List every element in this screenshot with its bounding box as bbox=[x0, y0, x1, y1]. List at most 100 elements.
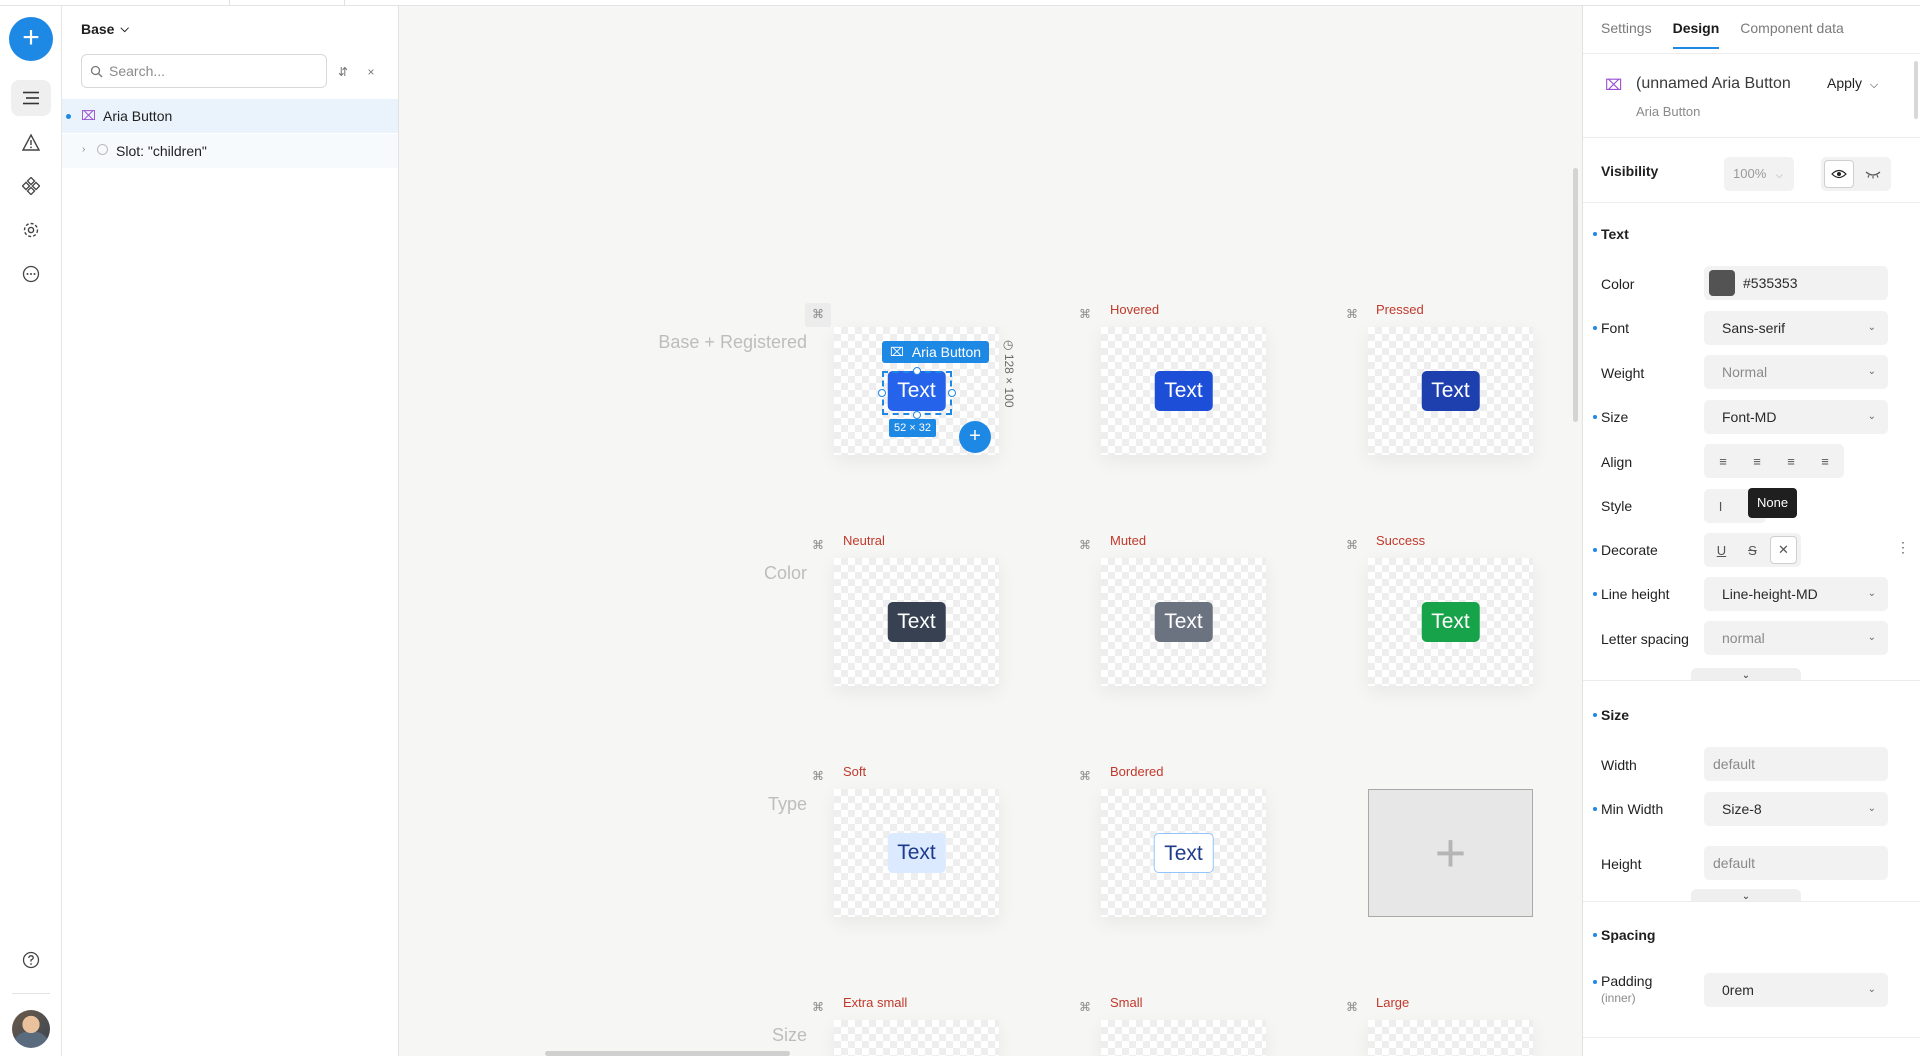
insert-button[interactable]: + bbox=[959, 421, 991, 453]
more-options-icon[interactable]: ⋮ bbox=[1896, 540, 1910, 554]
variant-frame-extra-small[interactable] bbox=[834, 1020, 999, 1056]
width-input[interactable]: default bbox=[1704, 747, 1888, 781]
frame-icon[interactable]: ⌘ bbox=[812, 1001, 824, 1013]
variant-frame-pressed[interactable]: Text bbox=[1368, 327, 1533, 455]
weight-select[interactable]: Normal ⌄ bbox=[1704, 355, 1888, 389]
frame-label[interactable]: Success bbox=[1376, 533, 1425, 548]
align-left-button[interactable]: ≡ bbox=[1708, 447, 1738, 475]
style-normal-button[interactable]: I bbox=[1708, 492, 1733, 520]
resize-handle[interactable] bbox=[948, 389, 956, 397]
frame-icon[interactable]: ⌘ bbox=[1079, 308, 1091, 320]
settings-button[interactable] bbox=[11, 212, 51, 248]
tab-design[interactable]: Design bbox=[1672, 20, 1720, 49]
text-section-title[interactable]: Text bbox=[1601, 226, 1629, 242]
frame-label[interactable]: Soft bbox=[843, 764, 866, 779]
add-button[interactable]: + bbox=[9, 17, 53, 61]
frame-icon[interactable]: ⌘ bbox=[1079, 770, 1091, 782]
frame-label[interactable]: Muted bbox=[1110, 533, 1146, 548]
frame-icon[interactable]: ⌘ bbox=[1346, 1001, 1358, 1013]
variant-frame-large[interactable] bbox=[1368, 1020, 1533, 1056]
spacing-section-title[interactable]: Spacing bbox=[1601, 927, 1655, 943]
frame-icon[interactable]: ⌘ bbox=[1079, 1001, 1091, 1013]
variant-button[interactable]: Text bbox=[1154, 602, 1213, 642]
variant-frame-muted[interactable]: Text bbox=[1101, 558, 1266, 686]
expand-all-icon[interactable]: ⇵ bbox=[336, 65, 350, 79]
variant-frame-bordered[interactable]: Text bbox=[1101, 789, 1266, 917]
chevron-right-icon[interactable]: › bbox=[82, 144, 85, 155]
hidden-button[interactable] bbox=[1858, 160, 1888, 188]
canvas[interactable]: Base + Registered Color Type Size ⌘ Text… bbox=[399, 6, 1582, 1056]
variant-frame-soft[interactable]: Text bbox=[834, 789, 999, 917]
font-select[interactable]: Sans-serif ⌄ bbox=[1704, 311, 1888, 345]
frame-icon[interactable]: ⌘ bbox=[1079, 539, 1091, 551]
letter-spacing-select[interactable]: normal ⌄ bbox=[1704, 621, 1888, 655]
opacity-select[interactable]: 100% ⌵ bbox=[1724, 157, 1794, 191]
frame-label[interactable]: Neutral bbox=[843, 533, 885, 548]
frame-icon[interactable]: ⌘ bbox=[812, 308, 824, 320]
add-variant-frame[interactable]: + bbox=[1368, 789, 1533, 917]
tree-item-aria-button[interactable]: ⌧ Aria Button bbox=[62, 99, 398, 133]
help-button[interactable] bbox=[11, 942, 51, 978]
align-justify-button[interactable]: ≡ bbox=[1810, 447, 1840, 475]
tab-settings[interactable]: Settings bbox=[1601, 20, 1652, 49]
top-tab[interactable] bbox=[230, 0, 345, 5]
variant-button[interactable]: Text bbox=[1421, 602, 1480, 642]
frame-label[interactable]: Large bbox=[1376, 995, 1409, 1010]
size-select[interactable]: Font-MD ⌄ bbox=[1704, 400, 1888, 434]
align-right-button[interactable]: ≡ bbox=[1776, 447, 1806, 475]
component-name[interactable]: (unnamed Aria Button bbox=[1636, 75, 1791, 93]
color-field[interactable]: #535353 bbox=[1704, 266, 1888, 300]
line-height-select[interactable]: Line-height-MD ⌄ bbox=[1704, 577, 1888, 611]
min-width-select[interactable]: Size-8 ⌄ bbox=[1704, 792, 1888, 826]
canvas-vertical-scrollbar[interactable] bbox=[1573, 168, 1578, 422]
variant-button[interactable]: Text bbox=[887, 833, 946, 873]
tab-component-data[interactable]: Component data bbox=[1740, 20, 1844, 49]
search-input[interactable]: Search... bbox=[81, 54, 327, 88]
tree-item-slot-children[interactable]: › Slot: "children" bbox=[62, 134, 398, 168]
components-button[interactable] bbox=[11, 168, 51, 204]
layers-button[interactable] bbox=[11, 80, 51, 116]
frame-label[interactable]: Bordered bbox=[1110, 764, 1163, 779]
apply-dropdown[interactable]: Apply ⌵ bbox=[1827, 75, 1878, 92]
selection-tag[interactable]: ⌧ Aria Button bbox=[882, 341, 990, 363]
avatar[interactable] bbox=[12, 1010, 50, 1048]
selection-outline[interactable] bbox=[882, 371, 952, 415]
strikethrough-button[interactable]: S bbox=[1739, 536, 1766, 564]
underline-button[interactable]: U bbox=[1708, 536, 1735, 564]
visible-button[interactable] bbox=[1824, 160, 1854, 188]
variant-button[interactable]: Text bbox=[887, 602, 946, 642]
resize-handle[interactable] bbox=[913, 367, 921, 375]
variant-button[interactable]: Text bbox=[1421, 371, 1480, 411]
resize-handle[interactable] bbox=[878, 389, 886, 397]
size-section-title[interactable]: Size bbox=[1601, 707, 1629, 723]
canvas-horizontal-scrollbar[interactable] bbox=[545, 1051, 790, 1056]
more-button[interactable] bbox=[11, 256, 51, 292]
align-center-button[interactable]: ≡ bbox=[1742, 447, 1772, 475]
frame-icon[interactable]: ⌘ bbox=[1346, 539, 1358, 551]
variant-frame-neutral[interactable]: Text bbox=[834, 558, 999, 686]
page-selector[interactable]: Base ⌵ bbox=[81, 21, 129, 37]
frame-label[interactable]: Extra small bbox=[843, 995, 907, 1010]
frame-icon[interactable]: ⌘ bbox=[812, 770, 824, 782]
size-section-expand[interactable]: ⌄ bbox=[1691, 889, 1801, 902]
resize-handle[interactable] bbox=[913, 411, 921, 419]
frame-label[interactable]: Small bbox=[1110, 995, 1143, 1010]
padding-select[interactable]: 0rem ⌄ bbox=[1704, 973, 1888, 1007]
frame-icon[interactable]: ⌘ bbox=[1346, 308, 1358, 320]
frame-label[interactable]: Hovered bbox=[1110, 302, 1159, 317]
text-section-expand[interactable]: ⌄ bbox=[1691, 668, 1801, 681]
frame-label[interactable]: Pressed bbox=[1376, 302, 1424, 317]
frame-icon[interactable]: ⌘ bbox=[812, 539, 824, 551]
height-input[interactable]: default bbox=[1704, 846, 1888, 880]
variant-frame-success[interactable]: Text bbox=[1368, 558, 1533, 686]
color-swatch[interactable] bbox=[1709, 269, 1735, 296]
issues-button[interactable] bbox=[11, 124, 51, 160]
decoration-none-button[interactable]: ✕ bbox=[1769, 536, 1798, 564]
top-tab[interactable] bbox=[0, 0, 230, 5]
variant-button[interactable]: Text bbox=[1153, 833, 1214, 873]
variant-button[interactable]: Text bbox=[1154, 371, 1213, 411]
variant-frame-small[interactable] bbox=[1101, 1020, 1266, 1056]
variant-frame-hovered[interactable]: Text bbox=[1101, 327, 1266, 455]
collapse-all-icon[interactable]: × bbox=[364, 65, 378, 79]
panel-scrollbar[interactable] bbox=[1914, 61, 1918, 119]
